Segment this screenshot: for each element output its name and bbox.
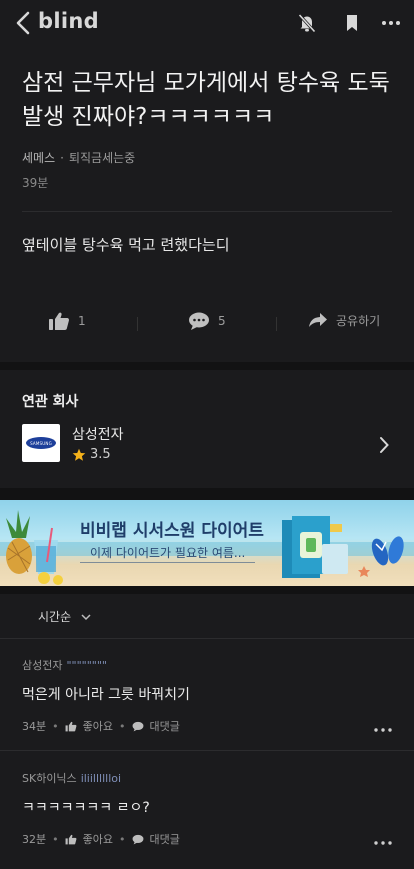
comment-count: 5 <box>218 314 226 328</box>
post-body: 옆테이블 탕수육 먹고 련했다는디 <box>22 236 230 254</box>
related-company-name[interactable]: 삼성전자 <box>72 424 124 444</box>
share-label: 공유하기 <box>336 313 381 328</box>
comment-button[interactable]: 5 <box>188 311 226 331</box>
drink-illustration <box>34 527 58 574</box>
footer-separator: • <box>119 832 126 846</box>
ad-subtitle: 이제 다이어트가 필요한 여름... <box>90 546 246 560</box>
post-time: 39분 <box>22 176 49 190</box>
sort-label: 시간순 <box>38 610 72 624</box>
company-logo: SAMSUNG <box>22 424 60 462</box>
thumbs-up-icon <box>65 834 77 844</box>
post-meta: 세메스 · 퇴직금세는중 <box>22 149 135 166</box>
back-chevron-icon[interactable] <box>14 10 32 36</box>
product-box-illustration <box>282 516 348 578</box>
comment-time: 34분 <box>22 720 47 733</box>
share-button[interactable]: 공유하기 <box>308 311 380 329</box>
section-divider <box>0 362 414 370</box>
logo-text: SAMSUNG <box>30 440 52 446</box>
comment-item: 삼성전자 """""""" 먹은게 아니라 그릇 바꿔치기 34분 • 좋아요 •… <box>22 657 392 733</box>
divider <box>22 211 392 212</box>
company-rating: 3.5 <box>72 447 111 462</box>
share-arrow-icon <box>309 313 327 327</box>
thumbs-up-icon <box>49 312 70 330</box>
comment-item: SK하이닉스 iliilllllloi ㅋㅋㅋㅋㅋㅋㅋ ㄹㅇ? 32분 • 좋아요… <box>22 770 392 846</box>
comment-time: 32분 <box>22 833 47 846</box>
chevron-right-icon[interactable] <box>378 436 390 454</box>
comment-text: 먹은게 아니라 그릇 바꿔치기 <box>22 687 190 703</box>
footer-separator: • <box>52 832 59 846</box>
comment-nickname: """""""" <box>66 659 107 672</box>
footer-separator: • <box>119 719 126 733</box>
sort-dropdown[interactable]: 시간순 <box>38 608 91 625</box>
comment-like-button[interactable]: 좋아요 <box>83 831 113 847</box>
author-company[interactable]: 세메스 <box>22 151 55 165</box>
samsung-logo-mark: SAMSUNG <box>26 437 56 449</box>
chevron-down-icon <box>81 613 91 620</box>
footer-separator: • <box>52 719 59 733</box>
comment-author: SK하이닉스 iliilllllloi <box>22 770 392 786</box>
action-divider <box>276 317 277 331</box>
comment-footer: 32분 • 좋아요 • 대댓글 <box>22 831 392 847</box>
comment-like-button[interactable]: 좋아요 <box>83 718 113 734</box>
divider <box>0 638 414 639</box>
speech-bubble-icon <box>189 312 209 330</box>
ad-underline <box>80 562 255 563</box>
brand-logo: blind <box>38 9 99 33</box>
more-dots-icon[interactable] <box>380 12 402 34</box>
bookmark-icon[interactable] <box>341 12 363 34</box>
comment-reply-button[interactable]: 대댓글 <box>150 831 180 847</box>
ad-title: 비비랩 시서스원 다이어트 <box>80 521 264 541</box>
comment-footer: 34분 • 좋아요 • 대댓글 <box>22 718 392 734</box>
rating-value: 3.5 <box>90 447 111 462</box>
author-nickname: 퇴직금세는중 <box>68 151 136 165</box>
comment-company[interactable]: SK하이닉스 <box>22 772 77 785</box>
comment-author: 삼성전자 """""""" <box>22 657 392 673</box>
section-divider <box>0 488 414 500</box>
comment-nickname: iliilllllloi <box>80 772 122 785</box>
comment-text: ㅋㅋㅋㅋㅋㅋㅋ ㄹㅇ? <box>22 800 150 816</box>
comment-company[interactable]: 삼성전자 <box>22 659 62 672</box>
star-icon <box>72 448 86 461</box>
post-actions: 1 5 공유하기 <box>0 311 414 339</box>
reply-bubble-icon <box>132 834 143 844</box>
top-bar: blind <box>0 0 414 46</box>
like-button[interactable]: 1 <box>48 311 86 331</box>
reply-bubble-icon <box>132 721 143 731</box>
more-dots-icon[interactable] <box>374 840 392 846</box>
related-company-heading: 연관 회사 <box>22 394 79 410</box>
post-title: 삼전 근무자님 모가게에서 탕수육 도둑발생 진짜야?ㅋㅋㅋㅋㅋㅋ <box>22 70 390 130</box>
more-dots-icon[interactable] <box>374 727 392 733</box>
bell-off-icon[interactable] <box>296 12 318 34</box>
ad-banner[interactable]: 비비랩 시서스원 다이어트 이제 다이어트가 필요한 여름... <box>0 500 414 586</box>
like-count: 1 <box>78 314 86 328</box>
action-divider <box>137 317 138 331</box>
thumbs-up-icon <box>65 721 77 731</box>
comment-reply-button[interactable]: 대댓글 <box>150 718 180 734</box>
banner-artwork <box>0 510 414 585</box>
divider <box>0 750 414 751</box>
section-divider <box>0 586 414 594</box>
meta-separator: · <box>60 151 64 165</box>
